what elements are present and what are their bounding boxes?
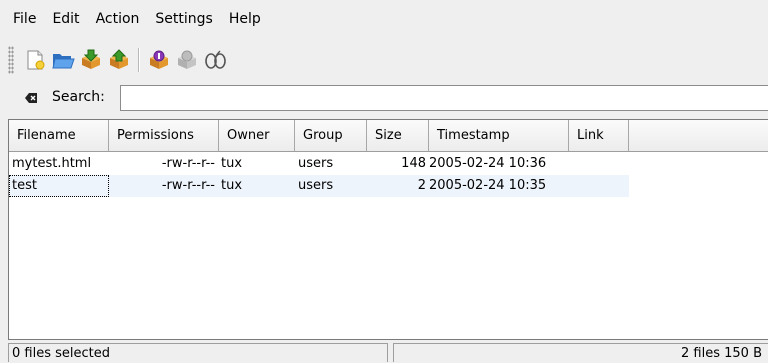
view-icon [150, 50, 168, 69]
status-bar: 0 files selected 2 files 150 B [0, 342, 768, 362]
column-filler [629, 120, 768, 151]
find-button[interactable] [202, 47, 228, 73]
cell-permissions: -rw-r--r-- [161, 156, 215, 171]
cell-owner: tux [221, 156, 243, 171]
column-timestamp[interactable]: Timestamp [429, 120, 569, 151]
file-list[interactable]: Filename Permissions Owner Group Size Ti… [8, 119, 768, 340]
menubar: File Edit Action Settings Help [0, 0, 768, 38]
cell-size: 2 [417, 178, 426, 193]
open-archive-icon [52, 54, 75, 69]
status-selected: 0 files selected [8, 343, 388, 362]
menu-help[interactable]: Help [226, 11, 264, 27]
status-summary: 2 files 150 B [393, 343, 768, 362]
toolbar-separator [138, 48, 140, 72]
search-input[interactable] [120, 85, 768, 111]
menu-settings[interactable]: Settings [152, 11, 215, 27]
cell-owner: tux [221, 178, 243, 193]
cell-group: users [298, 178, 334, 193]
cell-link [569, 153, 629, 175]
cell-size: 148 [401, 156, 426, 171]
cell-permissions: -rw-r--r-- [161, 178, 215, 193]
toolbar-grip[interactable] [8, 46, 14, 74]
column-size[interactable]: Size [367, 120, 429, 151]
search-bar: Search: [0, 82, 768, 115]
extract-button[interactable] [78, 47, 104, 73]
column-group[interactable]: Group [295, 120, 367, 151]
view-button[interactable] [146, 47, 172, 73]
add-files-button[interactable] [106, 47, 132, 73]
menu-action[interactable]: Action [93, 11, 143, 27]
new-archive-button[interactable] [22, 47, 48, 73]
clear-search-icon[interactable] [24, 91, 38, 105]
new-archive-icon [27, 50, 45, 70]
toolbar [0, 40, 768, 80]
find-icon [205, 50, 226, 69]
table-row[interactable]: mytest.html -rw-r--r-- tux users 148 200… [9, 153, 629, 175]
cell-group: users [298, 156, 334, 171]
column-permissions[interactable]: Permissions [109, 120, 219, 151]
open-archive-button[interactable] [50, 47, 76, 73]
open-with-icon [178, 50, 196, 69]
cell-timestamp: 2005-02-24 10:35 [429, 178, 547, 193]
cell-timestamp: 2005-02-24 10:36 [429, 156, 547, 171]
cell-filename: mytest.html [12, 156, 92, 171]
cell-filename: test [9, 175, 109, 197]
column-filename[interactable]: Filename [9, 120, 109, 151]
cell-link [569, 175, 629, 197]
column-link[interactable]: Link [569, 120, 629, 151]
table-row[interactable]: test -rw-r--r-- tux users 2 2005-02-24 1… [9, 175, 629, 197]
list-header: Filename Permissions Owner Group Size Ti… [9, 120, 768, 152]
extract-icon [82, 49, 100, 69]
search-label: Search: [52, 89, 105, 105]
menu-edit[interactable]: Edit [49, 11, 82, 27]
open-with-button[interactable] [174, 47, 200, 73]
column-owner[interactable]: Owner [219, 120, 295, 151]
menu-file[interactable]: File [10, 11, 39, 27]
add-files-icon [110, 49, 128, 69]
